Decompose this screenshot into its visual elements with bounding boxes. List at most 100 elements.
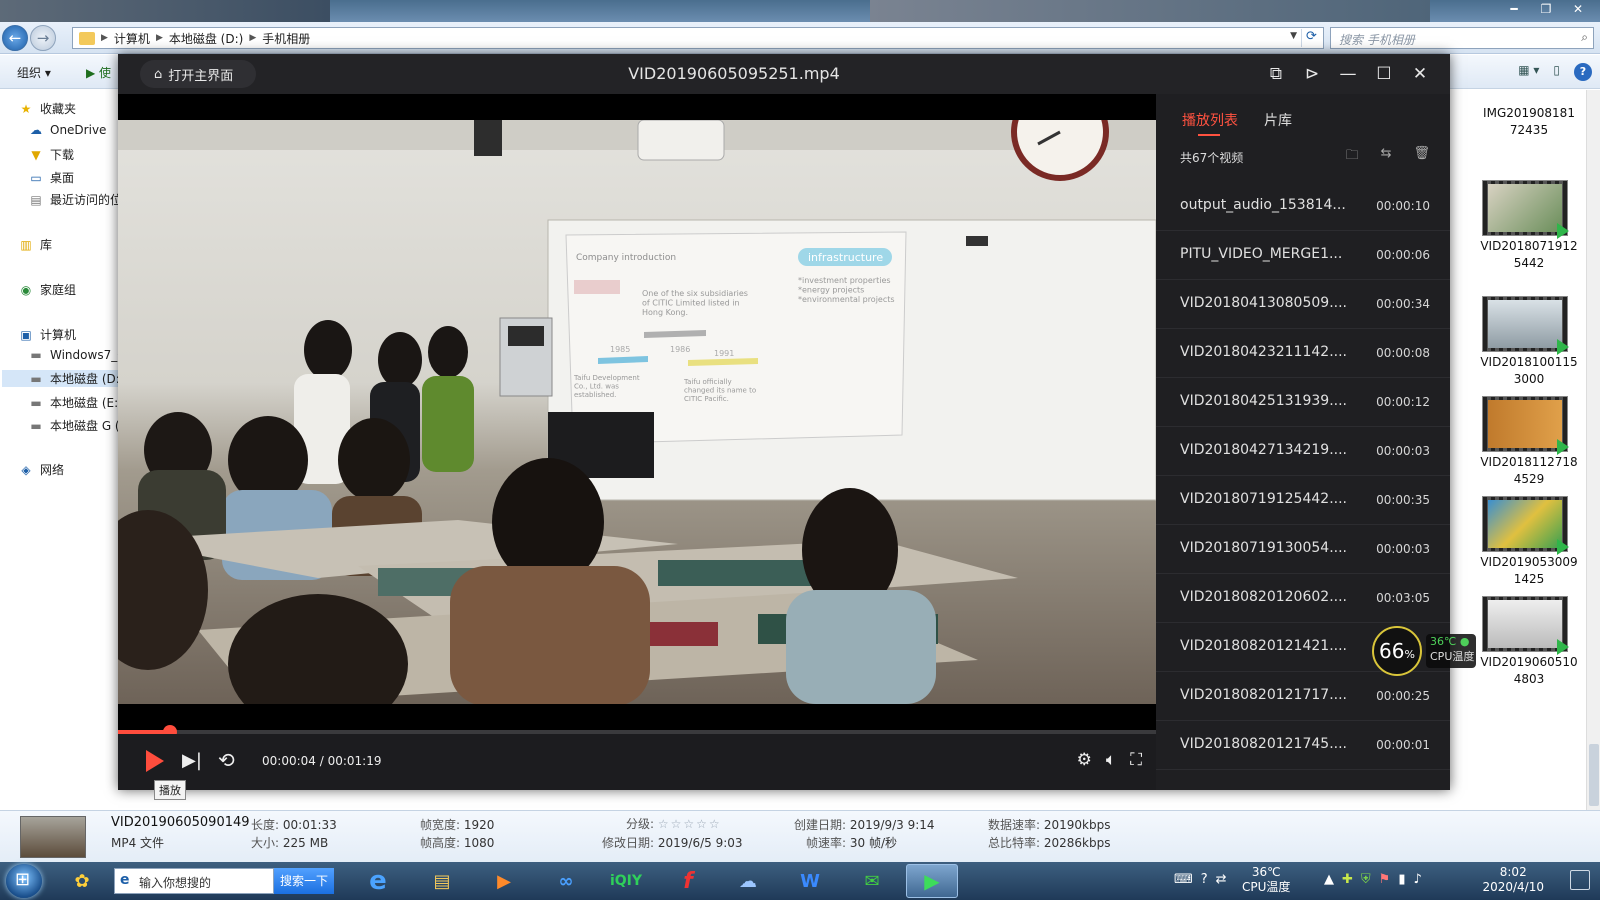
mini-mode-icon[interactable]: ⧉ xyxy=(1262,61,1290,87)
video-thumbnail[interactable] xyxy=(1482,180,1569,239)
thumbnail-label[interactable]: VID2018071912 5442 xyxy=(1464,238,1594,272)
minimize-icon[interactable]: — xyxy=(1334,61,1362,87)
fullscreen-icon[interactable]: ⛶ xyxy=(1130,750,1142,770)
next-track-icon[interactable]: ▶| xyxy=(182,750,202,771)
close-icon[interactable]: ✕ xyxy=(1406,61,1434,87)
thumbnail-label[interactable]: VID2019053009 1425 xyxy=(1464,554,1594,588)
video-thumbnail[interactable] xyxy=(1482,396,1569,455)
thumbnail-label[interactable]: IMG201908181 72435 xyxy=(1464,105,1594,139)
sort-list-icon[interactable]: ⇆ xyxy=(1381,146,1392,168)
playlist-item[interactable]: output_audio_153814... 00:00:10 xyxy=(1156,182,1450,231)
selected-file-thumbnail xyxy=(20,816,86,858)
thumbnails-scrollbar[interactable] xyxy=(1586,90,1600,810)
playlist-item[interactable]: VID20180820121717.... 00:00:25 xyxy=(1156,672,1450,721)
nav-drive-e[interactable]: ▬ 本地磁盘 (E:) xyxy=(28,394,122,411)
baidu-netdisk-icon[interactable]: ∞ xyxy=(540,864,592,898)
loop-mode-icon[interactable]: ⟲ xyxy=(218,748,235,772)
nav-downloads[interactable]: ▼ 下载 xyxy=(28,146,74,163)
show-desktop-button[interactable] xyxy=(1570,870,1590,890)
back-button[interactable]: ← xyxy=(2,25,28,51)
nav-libraries[interactable]: ▥ 库 xyxy=(18,236,52,253)
tab-library[interactable]: 片库 xyxy=(1264,110,1292,130)
play-icon[interactable] xyxy=(146,750,164,772)
maximize-icon[interactable]: ☐ xyxy=(1370,61,1398,87)
details-rating[interactable]: 分级: ☆☆☆☆☆ xyxy=(626,815,722,832)
pinwheel-app-icon[interactable]: ✿ xyxy=(58,864,106,898)
minimize-icon[interactable]: ━ xyxy=(1498,0,1530,18)
nav-drive-d[interactable]: ▬ 本地磁盘 (D: xyxy=(2,370,122,387)
playlist-item[interactable]: VID20180719125442.... 00:00:35 xyxy=(1156,476,1450,525)
playlist-item[interactable]: VID20180820120602.... 00:03:05 xyxy=(1156,574,1450,623)
start-button[interactable] xyxy=(6,864,42,898)
restore-icon[interactable]: ❐ xyxy=(1530,0,1562,18)
nav-drive-g[interactable]: ▬ 本地磁盘 G ( xyxy=(28,417,119,434)
cpu-temperature-widget[interactable]: 66% 36℃ ● CPU温度 xyxy=(1372,626,1512,676)
internet-explorer-icon[interactable]: e xyxy=(352,864,404,898)
breadcrumb-computer[interactable]: 计算机 xyxy=(114,30,150,47)
play-with-menu[interactable]: ▶ 使 xyxy=(86,64,111,81)
media-player-icon[interactable]: ▶ xyxy=(478,864,530,898)
playlist-item[interactable]: PITU_VIDEO_MERGE1... 00:00:06 xyxy=(1156,231,1450,280)
nav-favorites[interactable]: ★ 收藏夹 xyxy=(18,100,76,117)
nav-desktop[interactable]: ▭ 桌面 xyxy=(28,169,74,186)
pin-on-top-icon[interactable]: ⊳ xyxy=(1298,61,1326,87)
playlist-item[interactable]: VID20180423211142.... 00:00:08 xyxy=(1156,329,1450,378)
breadcrumb-drive-d[interactable]: 本地磁盘 (D:) xyxy=(169,30,243,47)
video-thumbnail[interactable] xyxy=(1482,496,1569,555)
video-thumbnail[interactable] xyxy=(1482,296,1569,355)
flash-icon[interactable]: f xyxy=(662,864,714,898)
cloud-app-icon[interactable]: ☁ xyxy=(722,864,774,898)
security-shield-icon[interactable]: ⛨ xyxy=(1361,872,1371,887)
green-plus-icon[interactable]: ✚ xyxy=(1342,872,1353,887)
tab-playlist[interactable]: 播放列表 xyxy=(1182,110,1238,136)
nav-network[interactable]: ◈ 网络 xyxy=(18,461,64,478)
thumbnail-label[interactable]: VID2018112718 4529 xyxy=(1464,454,1594,488)
playlist-item[interactable]: VID20180719130054.... 00:00:03 xyxy=(1156,525,1450,574)
volume-icon[interactable]: 🔈︎ xyxy=(1106,750,1116,770)
trash-icon[interactable]: 🗑︎ xyxy=(1413,146,1430,168)
add-folder-icon[interactable]: 🗀︎ xyxy=(1346,146,1359,168)
file-explorer-icon[interactable]: ▤ xyxy=(416,864,468,898)
forward-button[interactable]: → xyxy=(30,25,56,51)
address-dropdown-icon[interactable]: ▼ xyxy=(1290,31,1297,41)
taskbar-search-button[interactable]: 搜索一下 xyxy=(274,868,334,894)
video-viewport[interactable]: Company introduction infrastructure *inv… xyxy=(118,94,1156,730)
network-signal-icon[interactable]: ▮ xyxy=(1398,872,1405,887)
show-hidden-icons-icon[interactable]: ▲ xyxy=(1324,872,1334,887)
nav-homegroup[interactable]: ◉ 家庭组 xyxy=(18,281,76,298)
playlist-item[interactable]: VID20180820121745.... 00:00:01 xyxy=(1156,721,1450,770)
system-clock[interactable]: 8:02 2020/4/10 xyxy=(1482,865,1544,895)
iqiyi-icon[interactable]: iQIY xyxy=(600,864,652,898)
help-icon[interactable]: ? xyxy=(1574,63,1592,81)
explorer-search-input[interactable]: 搜索 手机相册 ⌕ xyxy=(1330,27,1594,49)
video-player-taskbar-icon[interactable]: ▶ xyxy=(906,864,958,898)
preview-pane-icon[interactable]: ▯ xyxy=(1553,63,1560,81)
playlist-item[interactable]: VID20180413080509.... 00:00:34 xyxy=(1156,280,1450,329)
taskbar-search-input[interactable]: e 输入你想搜的 xyxy=(114,868,274,894)
playlist-item[interactable]: VID20180427134219.... 00:00:03 xyxy=(1156,427,1450,476)
rating-stars-icon[interactable]: ☆☆☆☆☆ xyxy=(658,817,722,831)
nav-drive-c[interactable]: ▬ Windows7_C xyxy=(28,348,125,362)
flag-icon[interactable]: ⚑ xyxy=(1379,872,1391,887)
wechat-icon[interactable]: ✉ xyxy=(846,864,898,898)
scrollbar-thumb[interactable] xyxy=(1589,744,1599,806)
nav-onedrive[interactable]: ☁ OneDrive xyxy=(28,123,106,137)
thumbnail-label[interactable]: VID2018100115 3000 xyxy=(1464,354,1594,388)
playlist-item[interactable]: VID20180425131939.... 00:00:12 xyxy=(1156,378,1450,427)
wps-writer-icon[interactable]: W xyxy=(784,864,836,898)
breadcrumb-phone-album[interactable]: 手机相册 xyxy=(262,30,310,47)
refresh-icon[interactable]: ⟳ xyxy=(1301,29,1321,47)
address-bar[interactable]: ▶ 计算机 ▶ 本地磁盘 (D:) ▶ 手机相册 ▼ ⟳ xyxy=(72,27,1324,49)
view-options-icon[interactable]: ▦ ▾ xyxy=(1518,63,1539,81)
help-tray-icon[interactable]: ? xyxy=(1201,872,1208,887)
ime-icon[interactable]: ⇄ xyxy=(1216,872,1227,887)
settings-gear-icon[interactable]: ⚙ xyxy=(1077,750,1092,770)
nav-recent[interactable]: ▤ 最近访问的位 xyxy=(28,191,122,208)
search-icon[interactable]: ⌕ xyxy=(1581,30,1588,45)
keyboard-icon[interactable]: ⌨ xyxy=(1174,872,1193,887)
speaker-icon[interactable]: ♪ xyxy=(1413,872,1421,887)
nav-computer[interactable]: ▣ 计算机 xyxy=(18,326,76,343)
organize-menu[interactable]: 组织 ▾ xyxy=(17,64,51,81)
tray-cpu-temp[interactable]: 36℃ CPU温度 xyxy=(1242,865,1290,895)
close-icon[interactable]: ✕ xyxy=(1562,0,1594,18)
